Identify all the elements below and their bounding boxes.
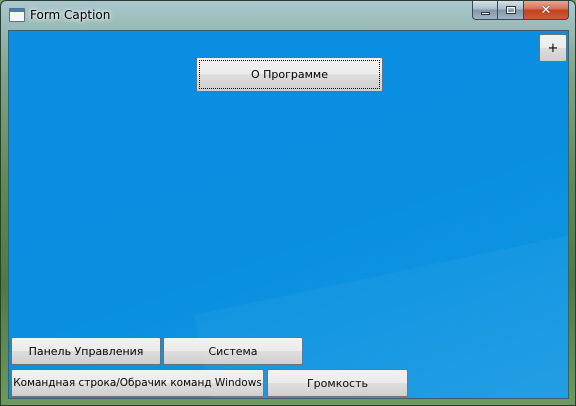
- system-button[interactable]: Система: [163, 337, 303, 365]
- title-bar[interactable]: Form Caption ✕: [1, 1, 575, 29]
- minimize-icon: [480, 11, 490, 15]
- window-title: Form Caption: [30, 8, 111, 22]
- volume-button[interactable]: Громкость: [267, 369, 408, 397]
- maximize-button[interactable]: [498, 1, 524, 20]
- window-icon[interactable]: [9, 8, 25, 22]
- minimize-button[interactable]: [472, 1, 498, 20]
- caption-buttons: ✕: [472, 1, 569, 20]
- app-window: Form Caption ✕ О Программе + Панель Упра…: [0, 0, 576, 406]
- plus-button[interactable]: +: [539, 34, 567, 62]
- control-panel-button[interactable]: Панель Управления: [11, 337, 161, 365]
- maximize-icon: [505, 6, 516, 14]
- close-icon: ✕: [540, 2, 552, 18]
- about-button[interactable]: О Программе: [196, 57, 383, 92]
- close-button[interactable]: ✕: [524, 1, 569, 20]
- command-prompt-button[interactable]: Командная строка/Обрачик команд Windows: [11, 369, 264, 397]
- client-area: О Программе + Панель Управления Система …: [8, 30, 569, 399]
